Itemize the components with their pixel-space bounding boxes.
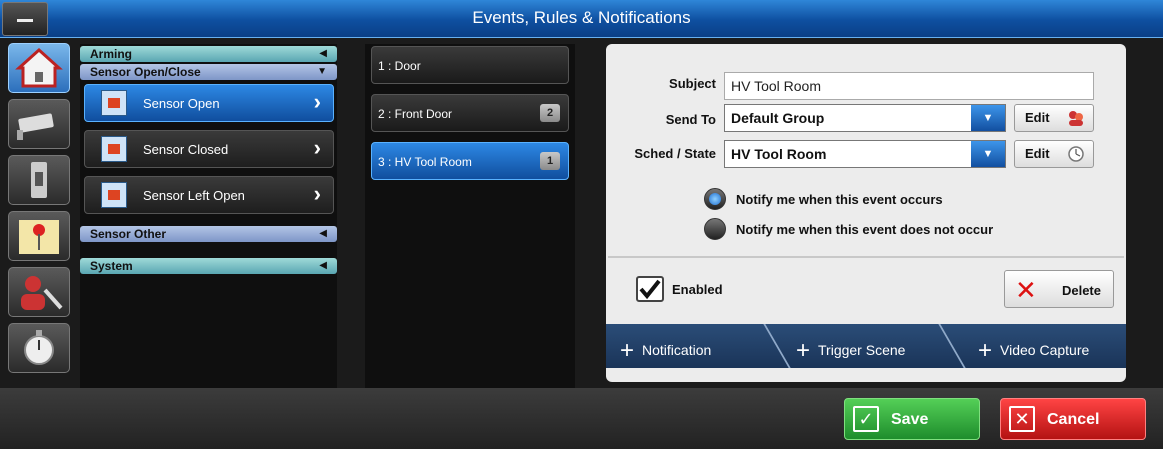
delete-x-icon: ✕ xyxy=(1015,275,1037,305)
cancel-button[interactable]: ✕ Cancel xyxy=(1000,398,1146,440)
category-sensor-other[interactable]: Sensor Other ◀ xyxy=(80,226,337,242)
tab-divider xyxy=(763,324,791,368)
event-sensor-left-open[interactable]: Sensor Left Open › xyxy=(84,176,334,214)
category-sensor-other-label: Sensor Other xyxy=(90,227,167,241)
rule-item[interactable]: 3 : HV Tool Room 1 xyxy=(371,142,569,180)
rule-label: 3 : HV Tool Room xyxy=(378,155,472,169)
edit-send-to-button[interactable]: Edit xyxy=(1014,104,1094,132)
category-system-label: System xyxy=(90,259,133,273)
notify-occurs-option[interactable]: Notify me when this event occurs xyxy=(704,188,1044,212)
icon-rail xyxy=(6,43,72,387)
chevron-right-icon: › xyxy=(313,181,321,206)
camera-icon[interactable] xyxy=(8,99,70,149)
tab-label: Trigger Scene xyxy=(818,342,906,358)
notify-occurs-label: Notify me when this event occurs xyxy=(736,192,943,207)
event-label: Sensor Open xyxy=(143,96,220,111)
subject-input[interactable]: HV Tool Room xyxy=(724,72,1094,100)
edit-schedule-button[interactable]: Edit xyxy=(1014,140,1094,168)
home-security-icon[interactable] xyxy=(8,43,70,93)
enabled-checkbox[interactable] xyxy=(636,276,664,302)
plus-icon: + xyxy=(620,337,635,364)
dropdown-arrow-icon: ▼ xyxy=(971,141,1005,167)
category-system[interactable]: System ◀ xyxy=(80,258,337,274)
rule-count-badge: 2 xyxy=(540,104,560,122)
send-to-label: Send To xyxy=(665,112,716,127)
tab-label: Video Capture xyxy=(1000,342,1090,358)
event-sensor-open[interactable]: Sensor Open › xyxy=(84,84,334,122)
subject-label: Subject xyxy=(669,76,716,91)
category-list: Arming ◀ Sensor Open/Close ▼ Sensor Open… xyxy=(80,44,337,388)
map-pin-icon[interactable] xyxy=(8,211,70,261)
notify-not-occur-label: Notify me when this event does not occur xyxy=(736,222,994,237)
clock-icon xyxy=(1068,146,1084,162)
footer-bar: ✓ Save ✕ Cancel xyxy=(0,388,1163,449)
edit-label: Edit xyxy=(1025,110,1050,125)
cancel-label: Cancel xyxy=(1047,411,1100,428)
rule-count-badge: 1 xyxy=(540,152,560,170)
event-sensor-closed[interactable]: Sensor Closed › xyxy=(84,130,334,168)
category-sensor-open-close-label: Sensor Open/Close xyxy=(90,65,201,79)
edit-label: Edit xyxy=(1025,146,1050,161)
expand-arrow-icon: ▼ xyxy=(317,66,327,77)
checkmark-icon xyxy=(639,279,661,300)
divider xyxy=(608,256,1124,258)
category-sensor-open-close[interactable]: Sensor Open/Close ▼ xyxy=(80,64,337,80)
plus-icon: + xyxy=(978,337,993,364)
rule-label: 1 : Door xyxy=(378,59,421,73)
chevron-right-icon: › xyxy=(313,135,321,160)
sensor-closed-icon xyxy=(101,136,127,162)
rules-list: 1 : Door 2 : Front Door 2 3 : HV Tool Ro… xyxy=(365,44,575,388)
tab-divider xyxy=(938,324,966,368)
send-to-value: Default Group xyxy=(731,110,825,126)
rule-item[interactable]: 1 : Door xyxy=(371,46,569,84)
user-tools-icon[interactable] xyxy=(8,267,70,317)
sensor-left-open-icon xyxy=(101,182,127,208)
category-arming[interactable]: Arming ◀ xyxy=(80,46,337,62)
event-label: Sensor Left Open xyxy=(143,188,245,203)
rule-label: 2 : Front Door xyxy=(378,107,453,121)
delete-label: Delete xyxy=(1061,283,1101,298)
collapse-arrow-icon: ◀ xyxy=(319,260,327,271)
notification-detail-panel: Subject HV Tool Room Send To Default Gro… xyxy=(606,44,1126,382)
close-icon: ✕ xyxy=(1009,406,1035,432)
radio-unselected-icon[interactable] xyxy=(704,218,726,240)
save-button[interactable]: ✓ Save xyxy=(844,398,980,440)
tab-notification[interactable]: + Notification xyxy=(620,334,712,364)
event-label: Sensor Closed xyxy=(143,142,229,157)
radio-selected-icon[interactable] xyxy=(704,188,726,210)
category-arming-label: Arming xyxy=(90,47,132,61)
tab-trigger-scene[interactable]: + Trigger Scene xyxy=(796,334,906,364)
plus-icon: + xyxy=(796,337,811,364)
send-to-dropdown[interactable]: Default Group ▼ xyxy=(724,104,1006,132)
collapse-arrow-icon: ◀ xyxy=(319,228,327,239)
save-label: Save xyxy=(891,411,929,428)
action-tabs: + Notification + Trigger Scene + Video Capt… xyxy=(606,324,1126,368)
stopwatch-icon[interactable] xyxy=(8,323,70,373)
title-bar: Events, Rules & Notifications xyxy=(0,0,1163,38)
sched-state-value: HV Tool Room xyxy=(731,146,827,162)
dropdown-arrow-icon: ▼ xyxy=(971,105,1005,131)
checkmark-icon: ✓ xyxy=(853,406,879,432)
sched-state-label: Sched / State xyxy=(634,146,716,161)
notify-not-occur-option[interactable]: Notify me when this event does not occur xyxy=(704,218,1064,242)
chevron-right-icon: › xyxy=(313,89,321,114)
sched-state-dropdown[interactable]: HV Tool Room ▼ xyxy=(724,140,1006,168)
delete-button[interactable]: ✕ Delete xyxy=(1004,270,1114,308)
sensor-open-icon xyxy=(101,90,127,116)
tab-video-capture[interactable]: + Video Capture xyxy=(978,334,1090,364)
collapse-arrow-icon: ◀ xyxy=(319,48,327,59)
rule-item[interactable]: 2 : Front Door 2 xyxy=(371,94,569,132)
group-icon xyxy=(1069,111,1083,126)
tab-label: Notification xyxy=(642,342,712,358)
switch-icon[interactable] xyxy=(8,155,70,205)
window-title: Events, Rules & Notifications xyxy=(472,8,691,27)
enabled-label: Enabled xyxy=(672,282,723,297)
